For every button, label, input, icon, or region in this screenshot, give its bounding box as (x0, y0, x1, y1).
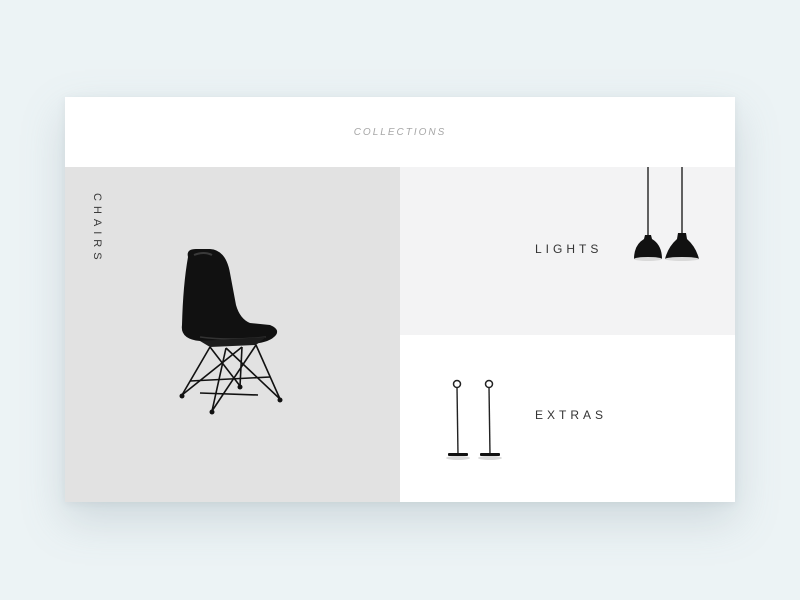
stand-icon (446, 379, 502, 460)
tile-extras-label: EXTRAS (535, 408, 608, 422)
tile-lights[interactable]: LIGHTS (400, 167, 735, 335)
chair-icon (179, 249, 283, 415)
tile-chairs-label: CHAIRS (91, 193, 103, 265)
pendant-lamp-icon (634, 167, 699, 261)
tile-extras[interactable]: EXTRAS (400, 335, 735, 502)
tile-chairs[interactable]: CHAIRS (65, 167, 400, 502)
page-title: COLLECTIONS (353, 126, 447, 138)
header: COLLECTIONS (65, 97, 735, 167)
collections-card: COLLECTIONS CHAIRS LIGHTS EXTRAS (65, 97, 735, 502)
tile-lights-label: LIGHTS (535, 242, 603, 256)
